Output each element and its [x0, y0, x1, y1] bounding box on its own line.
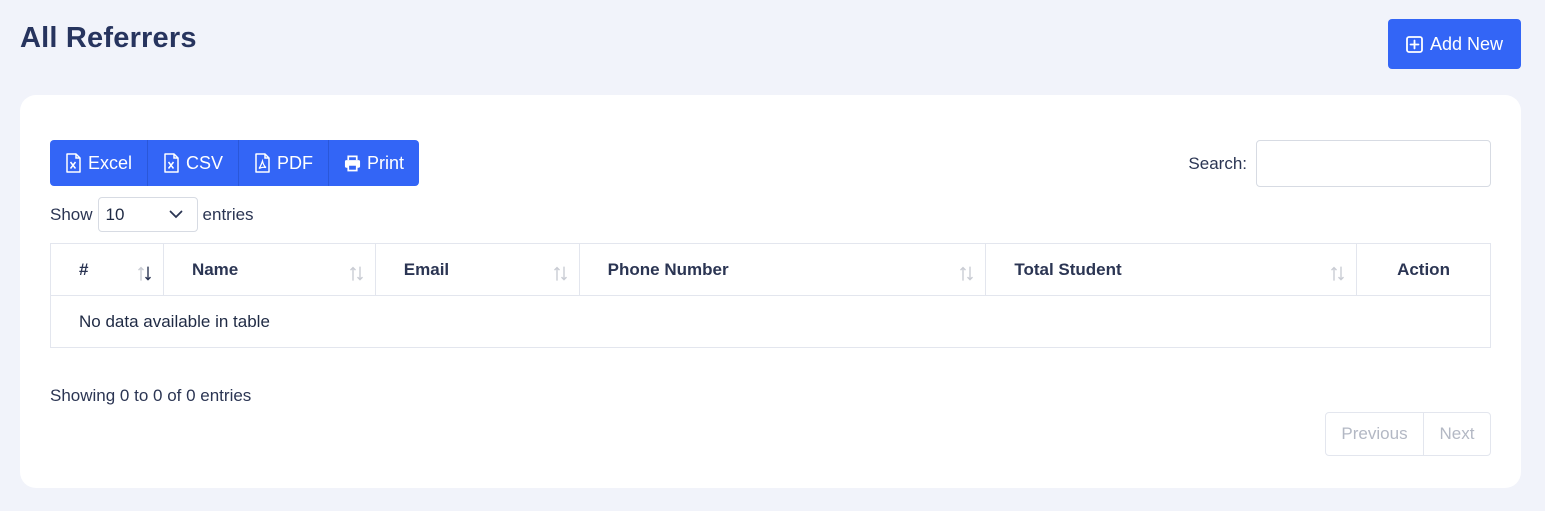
entries-label: entries — [202, 204, 254, 224]
add-new-label: Add New — [1429, 33, 1504, 54]
referrers-table: # Name Email Phone Number Total Student … — [50, 243, 1491, 348]
printer-icon — [344, 153, 361, 173]
csv-label: CSV — [186, 152, 224, 173]
empty-table-message: No data available in table — [50, 295, 1491, 348]
print-label: Print — [367, 152, 405, 173]
plus-square-icon — [1406, 35, 1423, 53]
next-page-button[interactable]: Next — [1424, 413, 1490, 455]
excel-label: Excel — [88, 152, 133, 173]
entries-length-control: Show 10 entries — [50, 197, 254, 232]
sort-icon — [348, 264, 366, 282]
csv-file-icon — [163, 153, 180, 173]
sort-icon — [1329, 264, 1347, 282]
entries-per-page-value: 10 — [105, 204, 125, 224]
previous-page-button[interactable]: Previous — [1326, 413, 1424, 455]
excel-export-button[interactable]: Excel — [50, 140, 149, 186]
print-button[interactable]: Print — [329, 140, 419, 186]
csv-export-button[interactable]: CSV — [148, 140, 240, 186]
table-row-empty: No data available in table — [50, 295, 1491, 348]
referrers-card: Excel CSV PDF Print Search: Show 10 entr… — [20, 95, 1521, 488]
column-header-name[interactable]: Name — [162, 243, 376, 296]
sort-desc-icon — [136, 264, 154, 282]
pagination: Previous Next — [1325, 412, 1491, 456]
search-input[interactable] — [1256, 140, 1491, 187]
search-label: Search: — [1188, 153, 1247, 173]
pdf-label: PDF — [277, 152, 314, 173]
show-label: Show — [50, 204, 93, 224]
page-title: All Referrers — [20, 22, 197, 54]
column-header-phone-number[interactable]: Phone Number — [578, 243, 987, 296]
column-header-email[interactable]: Email — [374, 243, 580, 296]
add-new-button[interactable]: Add New — [1388, 19, 1521, 69]
excel-file-icon — [65, 153, 82, 173]
pdf-file-icon — [254, 153, 271, 173]
column-header-total-student[interactable]: Total Student — [985, 243, 1358, 296]
table-header-row: # Name Email Phone Number Total Student … — [50, 243, 1491, 296]
pdf-export-button[interactable]: PDF — [239, 140, 330, 186]
table-info: Showing 0 to 0 of 0 entries — [50, 386, 252, 405]
sort-icon — [552, 264, 570, 282]
column-header-number[interactable]: # — [50, 243, 164, 296]
sort-icon — [958, 264, 976, 282]
entries-per-page-select[interactable]: 10 — [97, 197, 198, 232]
chevron-down-icon — [169, 210, 183, 219]
export-button-group: Excel CSV PDF Print — [50, 140, 420, 186]
search-area: Search: — [1188, 140, 1491, 187]
column-header-action: Action — [1356, 243, 1491, 296]
